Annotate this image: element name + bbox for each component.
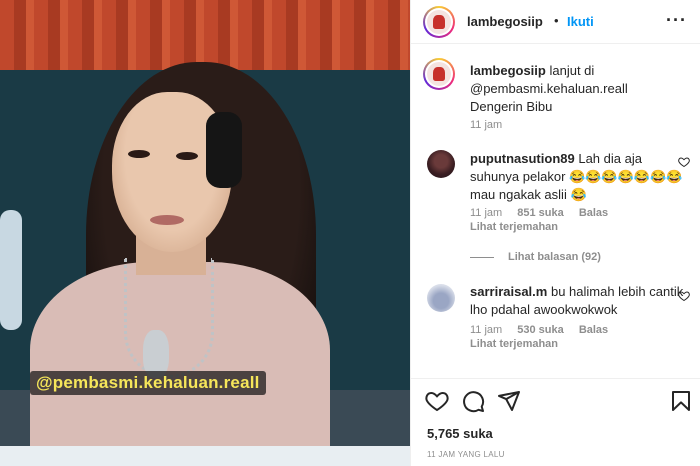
comment-meta: 11 jam 851 suka Balas bbox=[470, 207, 620, 219]
author-username[interactable]: lambegosiip bbox=[467, 14, 543, 29]
like-icon[interactable] bbox=[425, 389, 449, 413]
caption-username[interactable]: lambegosiip bbox=[470, 63, 546, 78]
comment-line-3: mau ngakak aslii 😂 bbox=[470, 187, 587, 202]
separator-dot: • bbox=[554, 13, 559, 28]
post-panel: lambegosiip • Ikuti ··· lambegosiip lanj… bbox=[410, 0, 700, 466]
comment-avatar[interactable] bbox=[427, 150, 455, 178]
comment-text: puputnasution89 Lah dia aja suhunya pela… bbox=[470, 150, 688, 204]
translate-link[interactable]: Lihat terjemahan bbox=[470, 338, 570, 350]
video-watermark: @pembasmi.kehaluan.reall bbox=[30, 371, 266, 395]
caption-line-3: Dengerin Bibu bbox=[470, 99, 553, 114]
comment-username[interactable]: puputnasution89 bbox=[470, 151, 575, 166]
post-header: lambegosiip • Ikuti ··· bbox=[411, 0, 700, 44]
caption-time: 11 jam bbox=[470, 119, 514, 131]
comment-reply-button[interactable]: Balas bbox=[579, 207, 608, 219]
caption-mention[interactable]: @pembasmi.kehaluan.reall bbox=[470, 81, 628, 96]
post-like-count[interactable]: 5,765 suka bbox=[427, 426, 493, 441]
comment-time: 11 jam bbox=[470, 207, 503, 219]
caption-text: lambegosiip lanjut di @pembasmi.kehaluan… bbox=[470, 62, 688, 116]
desk bbox=[0, 446, 410, 466]
comment-username[interactable]: sarriraisal.m bbox=[470, 284, 547, 299]
view-replies-label[interactable]: Lihat balasan (92) bbox=[508, 251, 601, 263]
caption-avatar[interactable] bbox=[423, 58, 455, 90]
microphone bbox=[0, 210, 22, 330]
action-bar bbox=[411, 378, 700, 422]
comment-like-icon[interactable] bbox=[678, 156, 690, 171]
comment-time: 11 jam bbox=[470, 324, 503, 336]
person-eye-right bbox=[176, 152, 198, 160]
translate-link[interactable]: Lihat terjemahan bbox=[470, 221, 570, 233]
bookmark-icon[interactable] bbox=[669, 389, 693, 413]
comment-meta: 11 jam 530 suka Balas bbox=[470, 324, 620, 336]
post-timestamp[interactable]: 11 JAM YANG LALU bbox=[427, 450, 505, 459]
comment-line-1: bu halimah lebih cantik bbox=[550, 284, 684, 299]
more-options-icon[interactable]: ··· bbox=[666, 10, 687, 31]
comment-likes[interactable]: 530 suka bbox=[517, 324, 563, 336]
comment-text: sarriraisal.m bu halimah lebih cantik lh… bbox=[470, 283, 688, 319]
comment-reply-button[interactable]: Balas bbox=[579, 324, 608, 336]
comment-line-1: Lah dia aja bbox=[578, 151, 642, 166]
comment-avatar[interactable] bbox=[427, 284, 455, 312]
replies-line bbox=[470, 256, 494, 258]
comment-likes[interactable]: 851 suka bbox=[517, 207, 563, 219]
comment-icon[interactable] bbox=[461, 389, 485, 413]
follow-button[interactable]: Ikuti bbox=[567, 14, 594, 29]
person-eye-left bbox=[128, 150, 150, 158]
comment-line-2: suhunya pelakor 😂😂😂😂😂😂😂 bbox=[470, 169, 683, 184]
comment-like-icon[interactable] bbox=[678, 290, 690, 305]
author-avatar[interactable] bbox=[423, 6, 455, 38]
headphones bbox=[206, 112, 242, 188]
person-lips bbox=[150, 215, 184, 225]
caption-time-text: 11 jam bbox=[470, 119, 503, 131]
post-video[interactable]: @pembasmi.kehaluan.reall bbox=[0, 0, 410, 466]
necklace bbox=[124, 258, 214, 378]
caption-line-1: lanjut di bbox=[549, 63, 595, 78]
share-icon[interactable] bbox=[497, 389, 521, 413]
comment-line-2: lho pdahal awookwokwok bbox=[470, 302, 618, 317]
view-replies-button[interactable]: Lihat balasan (92) bbox=[470, 251, 601, 263]
